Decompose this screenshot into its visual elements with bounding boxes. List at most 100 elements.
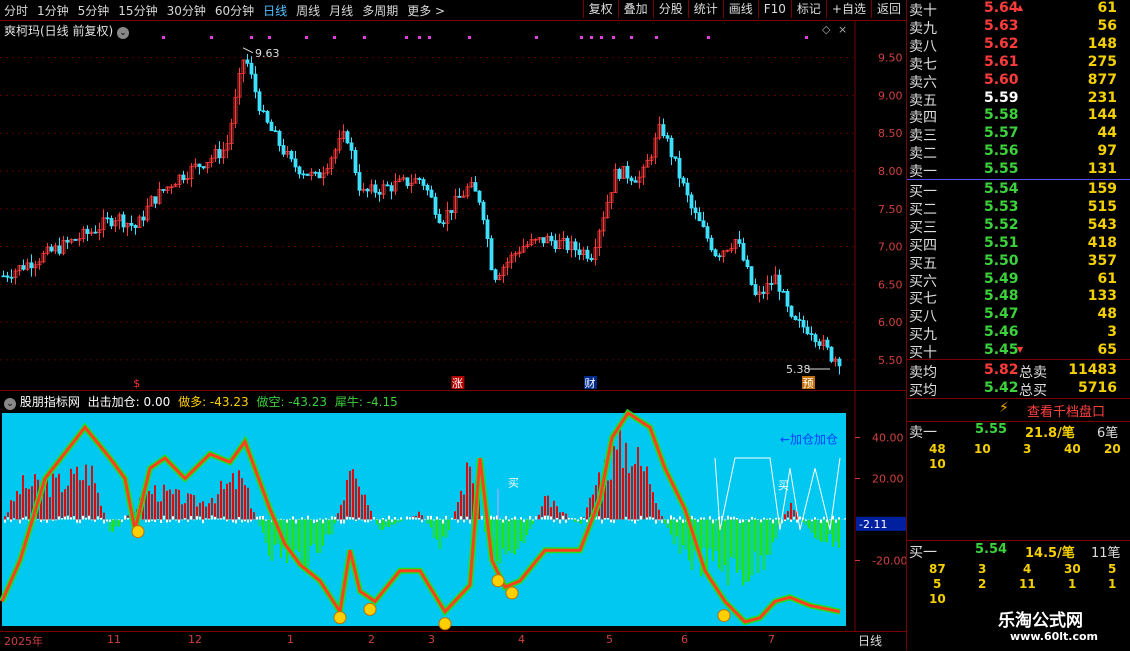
ask-row[interactable]: 卖九5.6356 xyxy=(909,18,1127,37)
arrow-down-icon: ▼ xyxy=(1017,345,1023,354)
zero-bar xyxy=(586,520,588,523)
period-tab[interactable]: 30分钟 xyxy=(167,4,206,18)
histogram-bar xyxy=(94,483,96,519)
period-tab[interactable]: 15分钟 xyxy=(118,4,157,18)
avg-buy-price: 5.42 xyxy=(984,380,1019,396)
bid-row[interactable]: 买二5.53515 xyxy=(909,199,1127,218)
stock-title[interactable]: 爽柯玛(日线 前复权) ⌄ xyxy=(4,22,129,39)
zero-bar xyxy=(382,518,384,520)
ask-row[interactable]: 卖五5.59231 xyxy=(909,90,1127,109)
event-marker[interactable]: 财 xyxy=(584,376,595,390)
zero-bar xyxy=(433,520,435,521)
indicator-title[interactable]: ⌄ 股朋指标网 出击加仓: 0.00 做多: -43.23 做空: -43.23… xyxy=(4,393,398,410)
signal-dot xyxy=(210,36,213,39)
bid-price: 5.52 xyxy=(984,217,1019,233)
histogram-bar xyxy=(370,511,372,520)
period-label[interactable]: 日线 xyxy=(858,632,882,649)
period-tab[interactable]: 月线 xyxy=(329,4,353,18)
event-marker[interactable]: 涨 xyxy=(452,377,463,390)
zero-bar xyxy=(298,519,300,520)
close-icon[interactable]: × xyxy=(838,23,847,36)
ask-row[interactable]: 卖二5.5697 xyxy=(909,143,1127,162)
histogram-bar xyxy=(166,491,168,520)
zero-bar xyxy=(373,517,375,520)
ask-row[interactable]: 卖六5.60877 xyxy=(909,72,1127,91)
histogram-bar xyxy=(103,513,105,520)
zero-bar xyxy=(499,519,501,520)
period-tab[interactable]: 周线 xyxy=(296,4,320,18)
queue-lot: 11 xyxy=(1019,577,1036,591)
bid-price: 5.54 xyxy=(984,181,1019,197)
toolbar-action-button[interactable]: 返回 xyxy=(871,0,906,18)
ask-row[interactable]: 卖八5.62148 xyxy=(909,36,1127,55)
period-tab[interactable]: 日线 xyxy=(263,4,287,18)
zero-bar xyxy=(451,518,453,520)
bid-price: 5.47 xyxy=(984,306,1019,322)
level1-sell-price: 5.55 xyxy=(975,422,1007,437)
period-tab[interactable]: 5分钟 xyxy=(78,4,110,18)
queue-lot: 4 xyxy=(1023,562,1031,576)
zero-bar xyxy=(172,516,174,519)
diamond-icon[interactable]: ◇ xyxy=(822,23,831,36)
histogram-bar xyxy=(349,471,351,520)
smiley-icon xyxy=(506,587,518,599)
buy-annotation: 买 xyxy=(778,479,789,492)
bid-row[interactable]: 买六5.4961 xyxy=(909,271,1127,290)
event-marker[interactable]: $ xyxy=(133,377,140,390)
ask-row[interactable]: 卖三5.5744 xyxy=(909,125,1127,144)
bid-row[interactable]: 买五5.50357 xyxy=(909,253,1127,272)
histogram-bar xyxy=(496,520,498,562)
event-marker[interactable]: 预 xyxy=(802,377,813,390)
histogram-bar xyxy=(208,503,210,519)
histogram-bar xyxy=(658,510,660,520)
candle-body xyxy=(122,215,125,227)
period-tab[interactable]: 1分钟 xyxy=(37,4,69,18)
zero-bar xyxy=(535,516,537,519)
period-tab[interactable]: 60分钟 xyxy=(215,4,254,18)
toolbar-action-button[interactable]: 画线 xyxy=(723,0,758,18)
time-axis-label: 3 xyxy=(428,633,435,646)
view-thousand-level-button[interactable]: ⚡ 查看千档盘口 xyxy=(907,398,1130,422)
toolbar-action-button[interactable]: 统计 xyxy=(688,0,723,18)
ask-row[interactable]: 卖一5.55131 xyxy=(909,161,1127,180)
period-tab[interactable]: 分时 xyxy=(4,4,28,18)
signal-dot xyxy=(405,36,408,39)
bid-row[interactable]: 买三5.52543 xyxy=(909,217,1127,236)
buy-annotation: 买 xyxy=(508,477,519,490)
total-sell-value: 11483 xyxy=(1068,362,1117,378)
candle-body xyxy=(762,292,765,293)
histogram-bar xyxy=(262,520,264,533)
bid-row[interactable]: 买八5.4748 xyxy=(909,306,1127,325)
histogram-bar xyxy=(760,520,762,556)
toolbar-action-button[interactable]: 标记 xyxy=(791,0,826,18)
price-chart[interactable]: 9.509.008.508.007.507.006.506.005.50$涨财预… xyxy=(0,20,906,390)
avg-buy-row: 买均 5.42 总买 5716 xyxy=(909,380,1127,399)
indicator-chart[interactable]: 40.0020.00-20.00-2.11买买←加仓加仓 xyxy=(0,391,906,631)
candle-body xyxy=(694,208,697,213)
bid-row[interactable]: 买九5.463 xyxy=(909,324,1127,343)
bid-row[interactable]: 买七5.48133 xyxy=(909,288,1127,307)
bid-price: 5.46 xyxy=(984,324,1019,340)
toolbar-action-button[interactable]: 叠加 xyxy=(618,0,653,18)
ask-row[interactable]: 卖四5.58144 xyxy=(909,107,1127,126)
bid-row[interactable]: 买四5.51418 xyxy=(909,235,1127,254)
histogram-bar xyxy=(625,443,627,520)
ask-row[interactable]: 卖十5.64▲61 xyxy=(909,0,1127,19)
period-tab[interactable]: 更多 > xyxy=(407,4,445,18)
toolbar-action-button[interactable]: +自选 xyxy=(826,0,871,18)
histogram-bar xyxy=(469,467,471,520)
histogram-bar xyxy=(610,480,612,520)
ask-price: 5.56 xyxy=(984,143,1019,159)
ask-row[interactable]: 卖七5.61275 xyxy=(909,54,1127,73)
toolbar-action-button[interactable]: F10 xyxy=(758,0,791,18)
zero-bar xyxy=(502,520,504,523)
toolbar-action-button[interactable]: 复权 xyxy=(583,0,618,18)
period-tab[interactable]: 多周期 xyxy=(362,4,398,18)
chevron-down-icon[interactable]: ⌄ xyxy=(4,398,16,410)
histogram-bar xyxy=(553,501,555,520)
candle-body xyxy=(318,173,321,178)
toolbar-action-button[interactable]: 分股 xyxy=(653,0,688,18)
chevron-down-icon[interactable]: ⌄ xyxy=(117,27,129,39)
bid-row[interactable]: 买一5.54159 xyxy=(909,181,1127,200)
ask-volume: 44 xyxy=(1098,125,1117,141)
